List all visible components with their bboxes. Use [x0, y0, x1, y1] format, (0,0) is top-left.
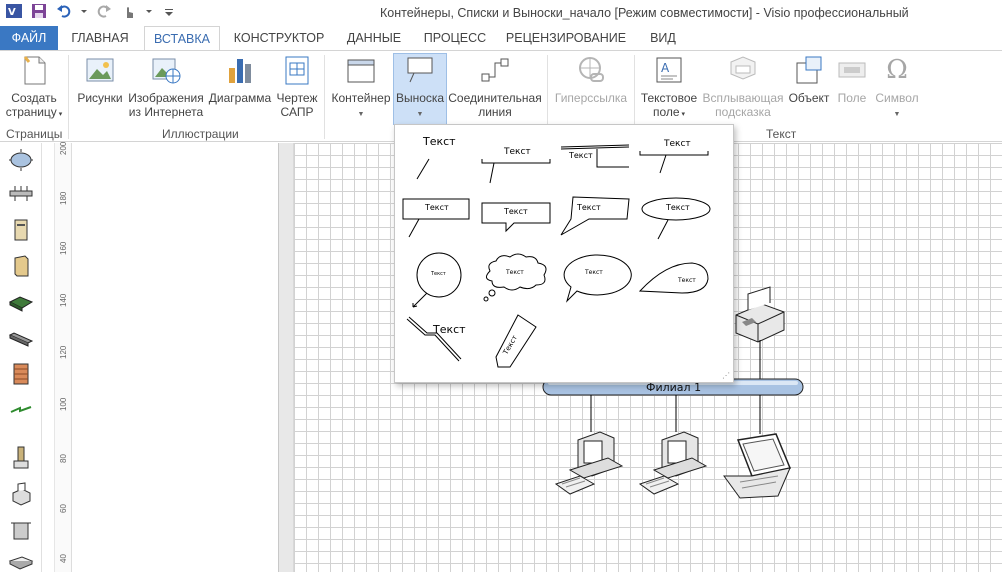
callout-text: Текст — [425, 203, 449, 212]
callout-text: Текст — [433, 323, 466, 336]
callout-text: Текст — [431, 271, 446, 277]
callout-tag[interactable]: Текст — [478, 311, 554, 371]
callout-oval-tail[interactable]: Текст — [557, 251, 633, 311]
laptop-shape[interactable] — [723, 433, 792, 499]
callout-text: Текст — [577, 203, 601, 212]
callout-rectangle[interactable]: Текст — [399, 193, 475, 253]
callout-text: Текст — [504, 207, 528, 216]
callout-teardrop[interactable]: Текст — [636, 251, 712, 311]
callout-thought-bubble[interactable]: Текст — [478, 251, 554, 311]
callout-text: Текст — [678, 277, 696, 284]
callout-parallelogram[interactable]: Текст — [557, 193, 633, 253]
visio-window: V Контейнеры, Списки и Выноски_начало [Р… — [0, 0, 1002, 572]
pc-shape-2[interactable] — [638, 431, 708, 495]
callout-rectangle-tail[interactable]: Текст — [478, 193, 554, 253]
callout-bracket[interactable]: Текст — [478, 131, 554, 191]
callout-simple-line[interactable]: Текст — [399, 131, 475, 191]
callout-side-line[interactable]: Текст — [557, 131, 633, 191]
callout-circle[interactable]: Текст — [399, 251, 475, 311]
callout-ellipse[interactable]: Текст — [636, 193, 712, 253]
callout-zigzag-line[interactable]: Текст — [399, 311, 475, 371]
callout-text: Текст — [666, 203, 690, 212]
callout-text: Текст — [585, 269, 603, 276]
callout-text: Текст — [506, 269, 524, 276]
resize-grip-icon[interactable]: ⋰ — [722, 371, 730, 380]
printer-shape[interactable] — [735, 286, 785, 343]
callout-top-bracket[interactable]: Текст — [636, 131, 712, 191]
pc-shape-1[interactable] — [554, 431, 624, 495]
callout-gallery: Текст Текст Текст Текст Текст Текст Текс… — [394, 124, 734, 383]
